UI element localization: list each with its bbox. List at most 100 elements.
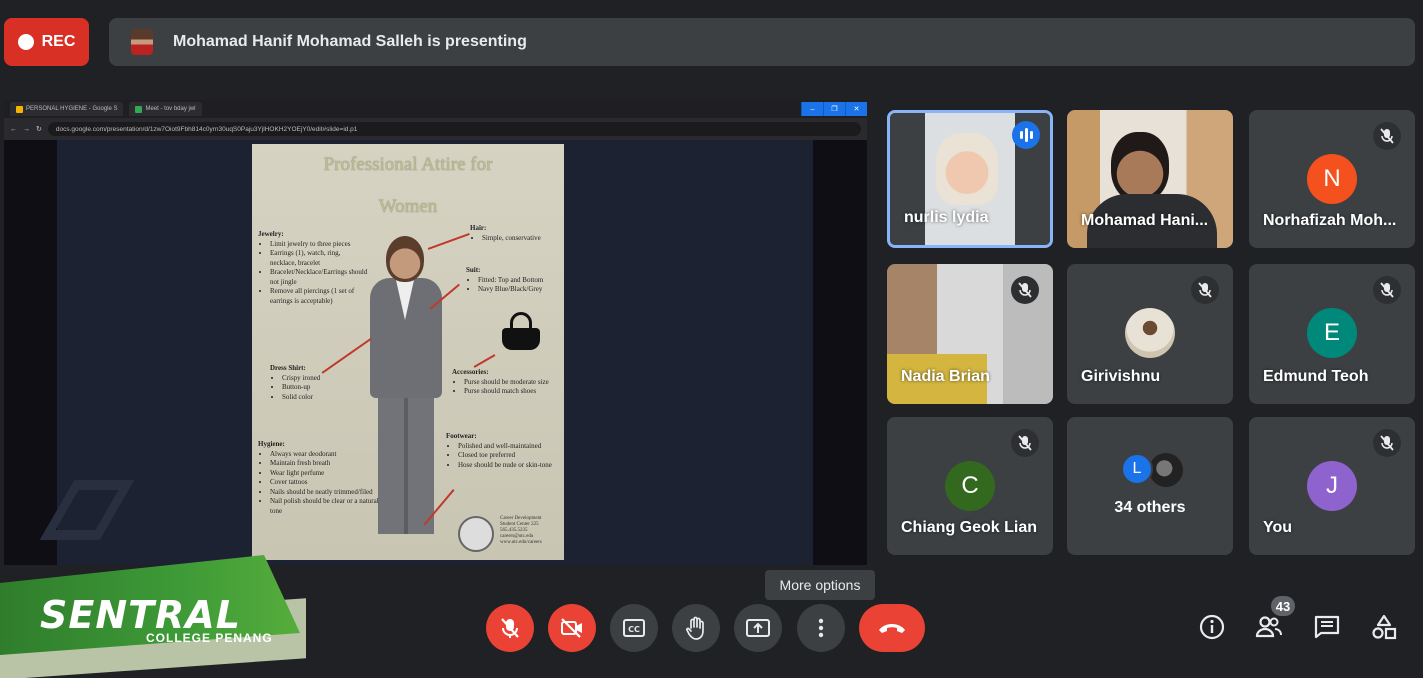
suit-section: Suit: Fitted: Top and Bottom Navy Blue/B… (466, 266, 562, 295)
avatar-initial: L (1132, 460, 1142, 477)
participant-tile[interactable]: nurlis lydia (887, 110, 1053, 248)
pointer-arrow (473, 354, 496, 368)
slide-footer: Career Development Student Center 225 56… (500, 516, 542, 546)
tooltip-text: More options (779, 577, 861, 593)
close-icon: ✕ (845, 102, 867, 116)
footer-line: www.utc.edu/careers (500, 540, 542, 545)
slide-title-line: Professional Attire for (323, 154, 493, 175)
captions-icon: CC (623, 619, 645, 637)
list-item: Remove all piercings (1 set of earrings … (270, 287, 368, 306)
people-button[interactable] (1254, 612, 1284, 642)
reload-icon: ↻ (36, 126, 42, 133)
footwear-section: Footwear: Polished and well-maintained C… (446, 432, 562, 470)
others-tile[interactable]: L 34 others (1067, 417, 1233, 555)
window-controls: – ❐ ✕ (801, 102, 867, 116)
recording-indicator[interactable]: REC (4, 18, 89, 66)
presenting-text: Mohamad Hanif Mohamad Salleh is presenti… (173, 33, 527, 50)
more-options-tooltip: More options (765, 570, 875, 600)
speaking-indicator-icon (1012, 121, 1040, 149)
activities-button[interactable] (1369, 612, 1399, 642)
mic-off-icon (1011, 276, 1039, 304)
presenter-avatar (131, 29, 153, 55)
participant-avatar: E (1307, 308, 1357, 358)
leave-call-button[interactable] (859, 604, 925, 652)
people-count-badge: 43 (1271, 596, 1295, 616)
participant-tile[interactable]: Nadia Brian (887, 264, 1053, 404)
list-item: Button-up (282, 383, 360, 393)
meeting-details-button[interactable] (1197, 612, 1227, 642)
avatar-initial: C (961, 472, 979, 499)
svg-text:CC: CC (628, 625, 640, 634)
chat-button[interactable] (1312, 612, 1342, 642)
back-icon: ← (10, 125, 17, 133)
mic-off-icon (1191, 276, 1219, 304)
info-icon (1199, 614, 1225, 640)
hang-up-icon (879, 624, 905, 633)
maximize-icon: ❐ (823, 102, 845, 116)
present-screen-button[interactable] (734, 604, 782, 652)
browser-tab: Meet - tov bday jwl (129, 102, 202, 116)
raise-hand-button[interactable] (672, 604, 720, 652)
address-bar: docs.google.com/presentation/d/1zw7Oiot9… (47, 122, 861, 136)
participant-name: Nadia Brian (901, 368, 990, 385)
participant-name: Norhafizah Moh... (1263, 212, 1397, 229)
people-icon (1255, 616, 1282, 638)
mic-off-icon (1373, 429, 1401, 457)
chat-icon (1314, 615, 1340, 639)
jewelry-section: Jewelry: Limit jewelry to three pieces E… (258, 230, 368, 306)
slides-favicon-icon (16, 105, 23, 113)
participant-tile[interactable]: Girivishnu (1067, 264, 1233, 404)
list-item: Bracelet/Necklace/Earrings should not ji… (270, 268, 368, 287)
presenting-banner: Mohamad Hanif Mohamad Salleh is presenti… (109, 18, 1415, 66)
participant-tile[interactable]: Mohamad Hani... (1067, 110, 1233, 248)
avatar-initial: J (1326, 472, 1338, 499)
section-heading: Hygiene: (258, 440, 285, 448)
participant-name: Girivishnu (1081, 368, 1161, 385)
browser-tab-label: PERSONAL HYGIENE - Google S (26, 106, 118, 112)
present-screen-icon (746, 619, 770, 637)
url-text: docs.google.com/presentation/d/1zw7Oiot9… (55, 125, 358, 133)
section-heading: Jewelry: (258, 230, 284, 238)
list-item: Purse should match shoes (464, 387, 562, 397)
browser-tab-label: Meet - tov bday jwl (145, 106, 196, 112)
section-heading: Footwear: (446, 432, 477, 440)
avatar-initial: E (1323, 319, 1340, 346)
section-heading: Dress Shirt: (270, 364, 306, 372)
participant-name: Chiang Geok Lian (901, 519, 1038, 536)
participant-tile[interactable]: E Edmund Teoh (1249, 264, 1415, 404)
avatar-initial: N (1323, 165, 1341, 192)
more-options-button[interactable] (797, 604, 845, 652)
participant-tile[interactable]: C Chiang Geok Lian (887, 417, 1053, 555)
activities-icon (1372, 614, 1397, 640)
mic-off-icon (1373, 122, 1401, 150)
browser-tab: PERSONAL HYGIENE - Google S (10, 102, 124, 116)
self-tile[interactable]: J You (1249, 417, 1415, 555)
meet-window: REC Mohamad Hanif Mohamad Salleh is pres… (0, 0, 1423, 678)
logo-sub-text: COLLEGE PENANG (146, 631, 273, 645)
dress-shirt-section: Dress Shirt: Crispy ironed Button-up Sol… (270, 364, 360, 402)
participant-face (936, 133, 998, 205)
hygiene-section: Hygiene: Always wear deodorant Maintain … (258, 440, 380, 516)
participant-avatar: J (1307, 461, 1357, 511)
hair-section: Hair: Simple, conservative (470, 224, 562, 243)
participant-photo-avatar (1149, 453, 1183, 487)
list-item: Closed toe preferred (458, 451, 562, 461)
mic-off-icon (501, 618, 519, 638)
section-heading: Hair: (470, 224, 487, 232)
list-item: Purse should be moderate size (464, 378, 562, 388)
list-item: Crispy ironed (282, 374, 360, 384)
captions-button[interactable]: CC (610, 604, 658, 652)
list-item: Limit jewelry to three pieces (270, 240, 368, 250)
camera-off-icon (561, 618, 582, 638)
mic-off-icon (1011, 429, 1039, 457)
list-item: Fitted: Top and Bottom (478, 276, 562, 286)
slide-title: Professional Attire for Women (252, 144, 564, 228)
microphone-toggle-button[interactable] (486, 604, 534, 652)
participant-tile[interactable]: N Norhafizah Moh... (1249, 110, 1415, 248)
camera-toggle-button[interactable] (548, 604, 596, 652)
participant-name: nurlis lydia (904, 209, 989, 226)
shared-screen[interactable]: PERSONAL HYGIENE - Google S Meet - tov b… (4, 100, 867, 565)
career-center-logo (458, 516, 494, 552)
participant-avatar: C (945, 461, 995, 511)
list-item: Earrings (1), watch, ring, necklace, bra… (270, 249, 368, 268)
